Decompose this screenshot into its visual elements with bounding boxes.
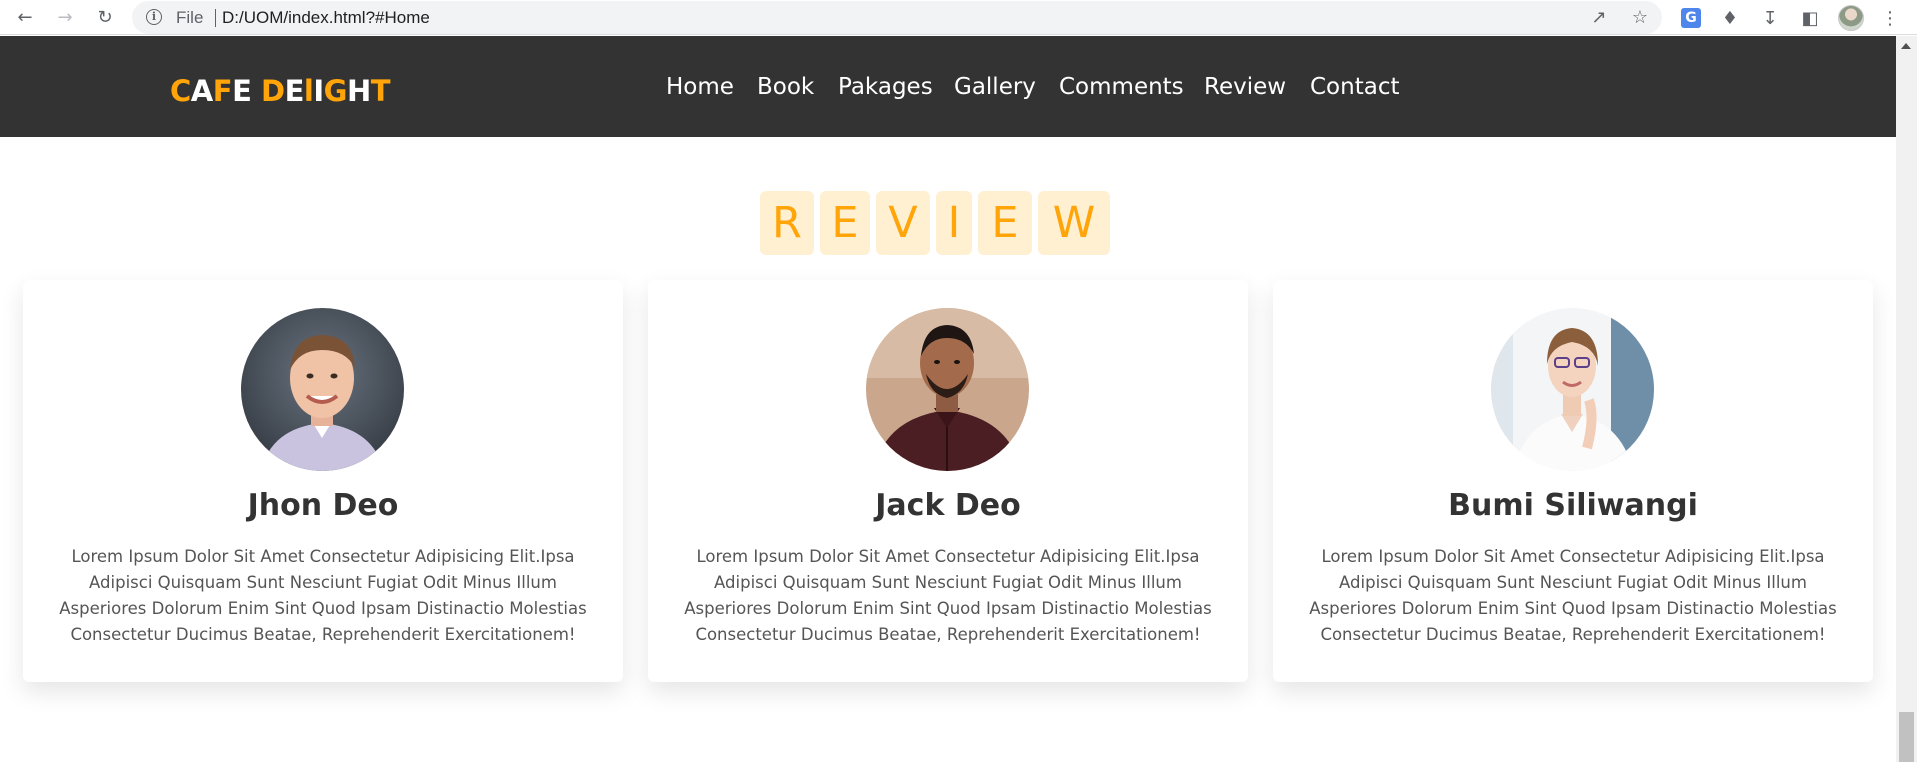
heading-letter-tile: W — [1038, 191, 1110, 255]
nav-link-contact[interactable]: Contact — [1310, 74, 1399, 100]
review-card: Jhon Deo Lorem Ipsum Dolor Sit Amet Conse… — [23, 280, 623, 682]
logo-letter: H — [346, 74, 371, 108]
reviewer-name: Jack Deo — [875, 488, 1021, 523]
nav-link-home[interactable]: Home — [666, 74, 734, 100]
logo-letter: D — [260, 74, 285, 108]
reviewer-avatar — [866, 308, 1029, 471]
nav-link-book[interactable]: Book — [757, 74, 814, 100]
reload-icon[interactable]: ↻ — [88, 0, 122, 35]
site-header: CAFE DElIGHT Home Book Pakages Gallery Comme… — [0, 36, 1896, 137]
scroll-up-arrow-icon[interactable] — [1901, 43, 1911, 49]
share-icon[interactable]: ↗ — [1588, 7, 1610, 29]
nav-link-comments[interactable]: Comments — [1059, 74, 1184, 100]
logo-letter: l — [303, 74, 314, 108]
profile-avatar[interactable] — [1838, 5, 1864, 31]
review-text: Lorem Ipsum Dolor Sit Amet Consectetur A… — [684, 547, 1212, 644]
side-panel-icon[interactable]: ◧ — [1798, 6, 1822, 30]
heading-letter-tile: E — [978, 191, 1032, 255]
forward-arrow-icon[interactable]: → — [48, 0, 82, 35]
reviewer-avatar — [1491, 308, 1654, 471]
review-text: Lorem Ipsum Dolor Sit Amet Consectetur A… — [1309, 547, 1837, 644]
logo-letter — [251, 74, 261, 108]
nav-link-pakages[interactable]: Pakages — [838, 74, 933, 100]
scrollbar-thumb[interactable] — [1899, 712, 1914, 762]
logo-letter: G — [323, 74, 348, 108]
logo-letter: E — [284, 74, 305, 108]
review-card: Bumi Siliwangi Lorem Ipsum Dolor Sit Amet… — [1273, 280, 1873, 682]
url-separator — [215, 9, 216, 27]
logo-letter: E — [232, 74, 252, 108]
site-logo[interactable]: CAFE DElIGHT — [170, 74, 391, 108]
logo-letter: I — [313, 74, 324, 108]
nav-link-review[interactable]: Review — [1204, 74, 1286, 100]
nav-link-gallery[interactable]: Gallery — [954, 74, 1036, 100]
google-translate-icon[interactable]: G — [1681, 8, 1701, 28]
heading-letter-tile: I — [936, 191, 972, 255]
review-heading: REVIEW — [760, 191, 1110, 255]
review-text: Lorem Ipsum Dolor Sit Amet Consectetur A… — [59, 547, 587, 644]
url-text[interactable]: D:/UOM/index.html?#Home — [222, 8, 430, 28]
bookmark-star-icon[interactable]: ☆ — [1629, 7, 1651, 29]
logo-letter: F — [212, 74, 233, 108]
page-scrollbar[interactable] — [1896, 36, 1917, 762]
heading-letter-tile: R — [760, 191, 814, 255]
download-icon[interactable]: ↧ — [1758, 6, 1782, 30]
extensions-puzzle-icon[interactable]: ♦ — [1718, 6, 1742, 30]
logo-letter: T — [370, 74, 391, 108]
logo-letter: C — [170, 74, 191, 108]
heading-letter-tile: V — [876, 191, 930, 255]
reviewer-name: Bumi Siliwangi — [1448, 488, 1698, 523]
logo-letter: A — [190, 74, 213, 108]
url-scheme: File — [176, 8, 204, 27]
browser-toolbar: ← → ↻ i File D:/UOM/index.html?#Home ↗ ☆… — [0, 0, 1917, 35]
back-arrow-icon[interactable]: ← — [8, 0, 42, 35]
kebab-menu-icon[interactable]: ⋮ — [1878, 6, 1902, 30]
info-icon[interactable]: i — [146, 9, 162, 25]
address-bar[interactable]: i File D:/UOM/index.html?#Home ↗ ☆ — [132, 1, 1662, 34]
reviewer-avatar — [241, 308, 404, 471]
review-card: Jack Deo Lorem Ipsum Dolor Sit Amet Conse… — [648, 280, 1248, 682]
heading-letter-tile: E — [820, 191, 870, 255]
reviewer-name: Jhon Deo — [247, 488, 399, 523]
